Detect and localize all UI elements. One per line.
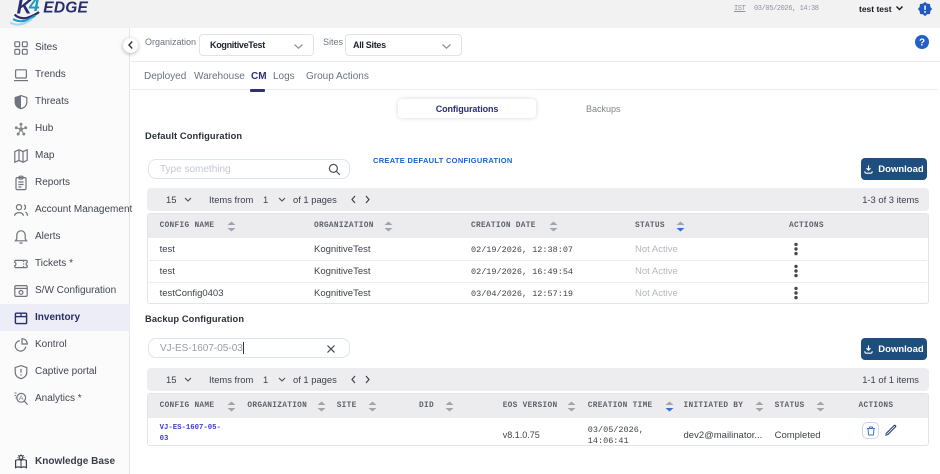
svg-text:EDGE: EDGE: [43, 0, 88, 17]
svg-text:?: ?: [919, 37, 925, 48]
svg-text:A: A: [19, 395, 24, 402]
